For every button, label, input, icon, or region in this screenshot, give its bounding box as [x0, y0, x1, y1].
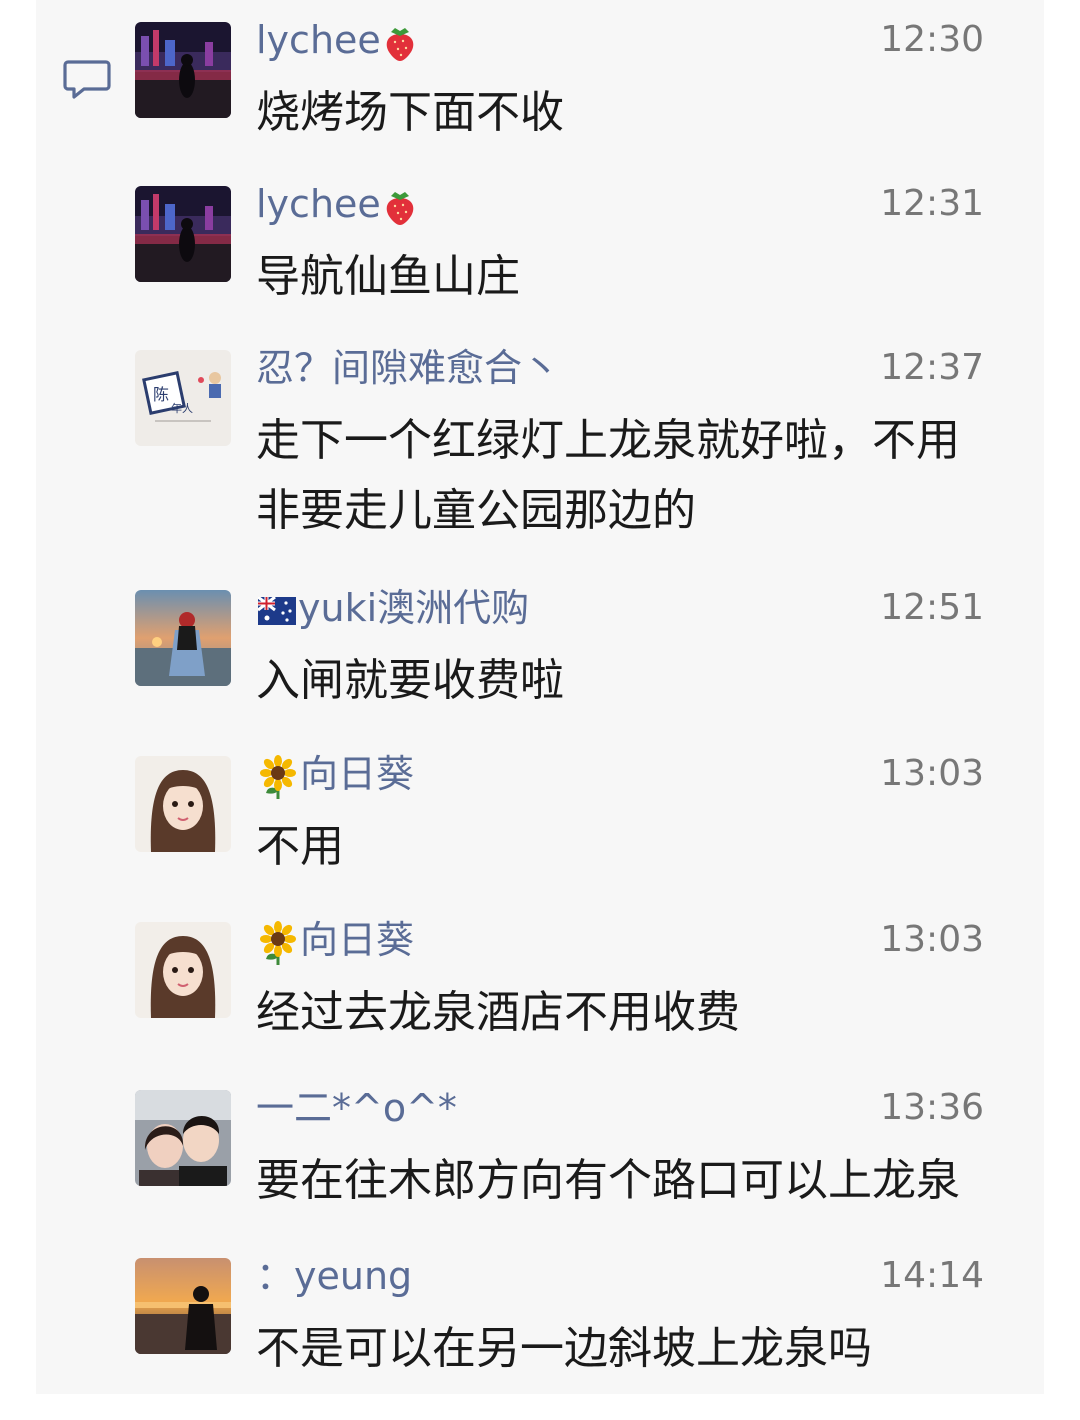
message-text: 要在往木郎方向有个路口可以上龙泉	[256, 1155, 960, 1206]
sender-name[interactable]: 向日葵	[256, 918, 414, 965]
message-item[interactable]: 陈 年人 忍？间隙难愈合丶 12:37 走下一个红绿灯上龙泉就好啦，不用非要走儿…	[36, 328, 1044, 562]
timestamp: 13:03	[880, 919, 984, 960]
message-text: 走下一个红绿灯上龙泉就好啦，不用非要走儿童公园那边的	[256, 415, 960, 536]
message-text: 不是可以在另一边斜坡上龙泉吗	[256, 1323, 872, 1374]
message-text: 入闸就要收费啦	[256, 655, 564, 706]
svg-text:陈: 陈	[153, 385, 169, 404]
avatar[interactable]	[135, 590, 231, 686]
avatar[interactable]	[135, 1090, 231, 1186]
sender-name[interactable]: 向日葵	[256, 752, 414, 799]
message-item[interactable]: 向日葵 13:03 经过去龙泉酒店不用收费	[36, 900, 1044, 1064]
sender-name[interactable]: lychee	[256, 18, 419, 62]
timestamp: 13:36	[880, 1087, 984, 1128]
sender-name[interactable]: ：yeung	[256, 1254, 412, 1298]
message-item[interactable]: yuki澳洲代购 12:51 入闸就要收费啦	[36, 568, 1044, 728]
message-text: 烧烤场下面不收	[256, 87, 564, 138]
svg-text:年人: 年人	[171, 401, 193, 415]
message-text: 经过去龙泉酒店不用收费	[256, 987, 740, 1038]
timestamp: 12:30	[880, 19, 984, 60]
message-text: 导航仙鱼山庄	[256, 251, 520, 302]
message-item[interactable]: lychee 12:31 导航仙鱼山庄	[36, 164, 1044, 324]
message-item[interactable]: ：yeung 14:14 不是可以在另一边斜坡上龙泉吗	[36, 1236, 1044, 1394]
timestamp: 13:03	[880, 753, 984, 794]
timestamp: 12:51	[880, 587, 984, 628]
sender-name[interactable]: 忍？间隙难愈合丶	[256, 346, 560, 390]
sunflower-icon	[260, 920, 296, 965]
message-item[interactable]: 一二*^o^* 13:36 要在往木郎方向有个路口可以上龙泉	[36, 1068, 1044, 1232]
strawberry-icon	[386, 191, 414, 225]
avatar[interactable]	[135, 186, 231, 282]
avatar[interactable]	[135, 756, 231, 852]
strawberry-icon	[386, 27, 414, 61]
australia-flag-icon	[258, 596, 296, 625]
timestamp: 12:31	[880, 183, 984, 224]
sender-name[interactable]: lychee	[256, 182, 419, 226]
sender-name[interactable]: 一二*^o^*	[256, 1086, 457, 1130]
sunflower-icon	[260, 754, 296, 799]
avatar[interactable]	[135, 922, 231, 1018]
timestamp: 12:37	[880, 347, 984, 388]
avatar[interactable]	[135, 1258, 231, 1354]
avatar[interactable]: 陈 年人	[135, 350, 231, 446]
message-item[interactable]: 向日葵 13:03 不用	[36, 734, 1044, 894]
timestamp: 14:14	[880, 1255, 984, 1296]
message-text: 不用	[256, 821, 344, 872]
message-item[interactable]: lychee 12:30 烧烤场下面不收	[36, 0, 1044, 156]
sender-name[interactable]: yuki澳洲代购	[256, 586, 529, 630]
avatar[interactable]	[135, 22, 231, 118]
